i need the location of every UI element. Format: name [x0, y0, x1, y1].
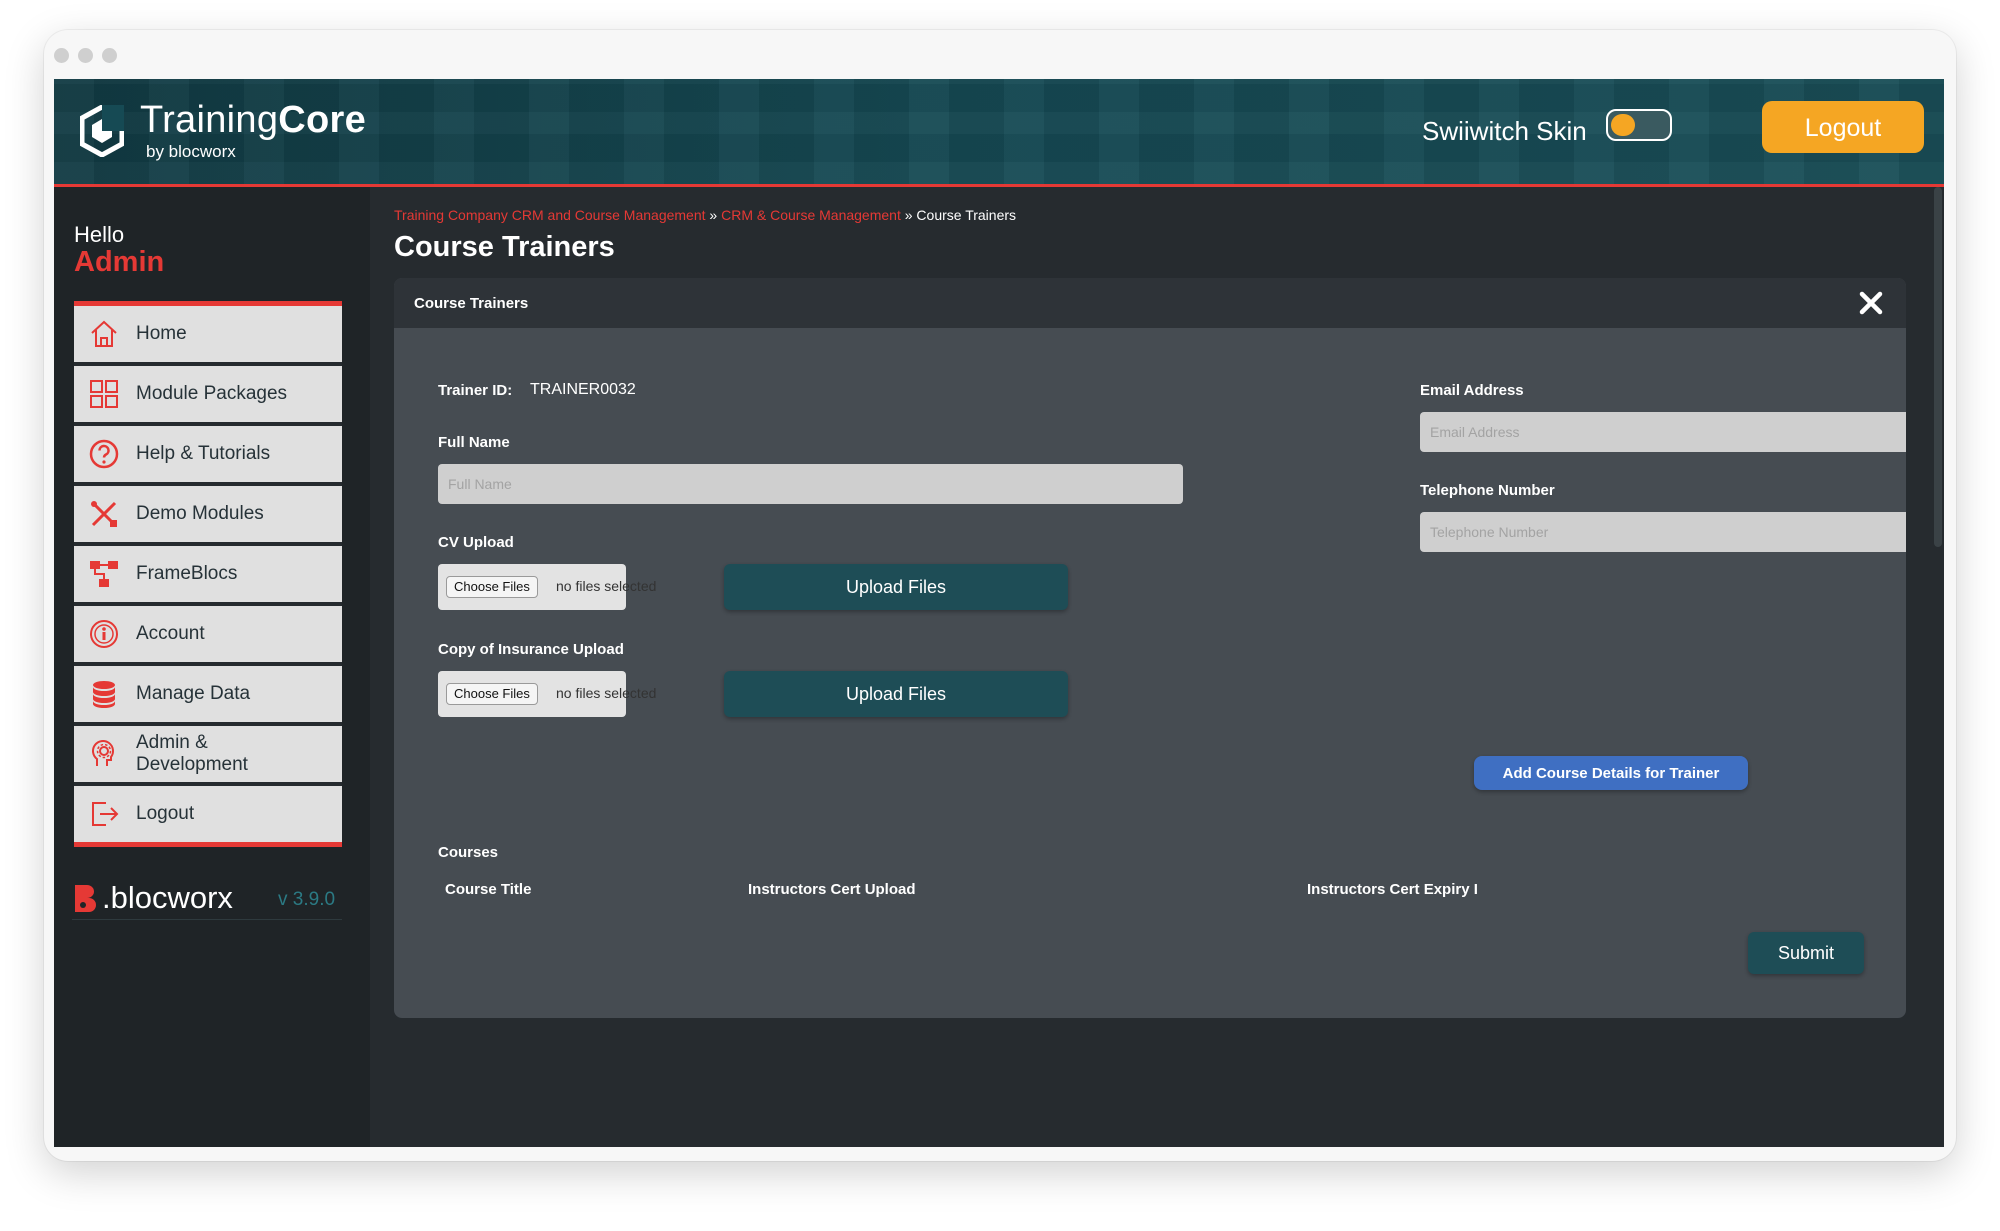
- trainer-id-value: TRAINER0032: [530, 381, 636, 398]
- insurance-upload-button[interactable]: Upload Files: [724, 671, 1068, 717]
- sidebar-item-label: Home: [136, 323, 187, 344]
- add-course-details-button[interactable]: Add Course Details for Trainer: [1474, 756, 1748, 790]
- admin-gear-icon: [92, 740, 114, 766]
- trainingcore-logo-icon: [80, 105, 124, 157]
- user-name: Admin: [74, 246, 165, 278]
- column-header-cert-expiry: Instructors Cert Expiry I: [1307, 881, 1478, 898]
- app-container: TrainingCore by blocworx Swiiwitch Skin …: [54, 79, 1944, 1147]
- sidebar-item-logout[interactable]: Logout: [74, 786, 342, 842]
- switch-skin-toggle[interactable]: [1606, 109, 1672, 141]
- full-name-label: Full Name: [438, 434, 510, 451]
- browser-window: TrainingCore by blocworx Swiiwitch Skin …: [44, 30, 1956, 1161]
- switch-skin-label: Swiiwitch Skin: [1422, 116, 1587, 146]
- no-files-text: no files selected: [556, 578, 657, 594]
- cv-upload-label: CV Upload: [438, 534, 514, 551]
- logout-button[interactable]: Logout: [1762, 101, 1924, 153]
- blocworx-logo-icon: [75, 885, 96, 912]
- sidebar-item-frameblocs[interactable]: FrameBlocs: [74, 546, 342, 602]
- sidebar-footer: .blocworx v 3.9.0: [72, 879, 342, 920]
- courses-label: Courses: [438, 844, 499, 861]
- help-icon: [89, 439, 119, 469]
- column-header-course-title: Course Title: [445, 881, 532, 898]
- sidebar-menu: Home Module Packages Help & Tutorials De…: [74, 301, 342, 847]
- full-name-input[interactable]: [438, 464, 1183, 504]
- breadcrumb-link[interactable]: Training Company CRM and Course Manageme…: [394, 207, 706, 223]
- breadcrumb: Training Company CRM and Course Manageme…: [394, 207, 1016, 223]
- toggle-knob: [1611, 114, 1635, 136]
- close-icon[interactable]: [1856, 288, 1886, 318]
- home-icon: [91, 320, 117, 347]
- sidebar-item-manage-data[interactable]: Manage Data: [74, 666, 342, 722]
- blocworx-brand: .blocworx: [102, 880, 233, 915]
- sidebar-item-module-packages[interactable]: Module Packages: [74, 366, 342, 422]
- choose-files-button[interactable]: Choose Files: [446, 683, 538, 705]
- sidebar-item-label: Logout: [136, 803, 195, 824]
- submit-button[interactable]: Submit: [1748, 932, 1864, 974]
- telephone-input[interactable]: [1420, 512, 1906, 552]
- window-dot[interactable]: [54, 48, 69, 63]
- account-icon: [90, 620, 118, 648]
- sidebar-item-label: Demo Modules: [136, 503, 264, 524]
- sidebar-item-label: FrameBlocs: [136, 563, 238, 584]
- brand-name: TrainingCore: [140, 99, 367, 141]
- cv-file-input[interactable]: Choose Files no files selected: [438, 564, 656, 610]
- grid-icon: [90, 380, 118, 408]
- sidebar-item-demo-modules[interactable]: Demo Modules: [74, 486, 342, 542]
- page-title: Course Trainers: [394, 231, 615, 263]
- sidebar-item-label: Help & Tutorials: [136, 443, 271, 464]
- sidebar-item-label: Admin & Development: [136, 732, 248, 775]
- breadcrumb-link[interactable]: CRM & Course Management: [721, 207, 901, 223]
- window-dot[interactable]: [78, 48, 93, 63]
- breadcrumb-current: Course Trainers: [916, 207, 1017, 223]
- cv-upload-button[interactable]: Upload Files: [724, 564, 1068, 610]
- scrollbar[interactable]: [1934, 187, 1942, 547]
- trainer-id-label: Trainer ID:: [438, 382, 513, 399]
- database-icon: [93, 681, 115, 708]
- greeting: Hello: [74, 222, 125, 247]
- sidebar-item-home[interactable]: Home: [74, 306, 342, 362]
- email-input[interactable]: [1420, 412, 1906, 452]
- telephone-label: Telephone Number: [1420, 482, 1555, 499]
- choose-files-button[interactable]: Choose Files: [446, 576, 538, 598]
- hierarchy-icon: [90, 561, 118, 587]
- sidebar-item-label: Account: [136, 623, 205, 644]
- sidebar-item-help-tutorials[interactable]: Help & Tutorials: [74, 426, 342, 482]
- top-header: TrainingCore by blocworx Swiiwitch Skin …: [54, 79, 1944, 187]
- sidebar-item-admin-development[interactable]: Admin & Development: [74, 726, 342, 782]
- logout-icon: [92, 802, 119, 826]
- insurance-upload-label: Copy of Insurance Upload: [438, 641, 624, 658]
- panel-title: Course Trainers: [414, 295, 529, 312]
- insurance-file-input[interactable]: Choose Files no files selected: [438, 671, 656, 717]
- email-label: Email Address: [1420, 382, 1524, 399]
- column-header-cert-upload: Instructors Cert Upload: [748, 881, 916, 898]
- breadcrumb-separator: »: [904, 207, 913, 223]
- panel-header: Course Trainers: [394, 278, 1906, 328]
- sidebar-item-label: Manage Data: [136, 683, 251, 704]
- no-files-text: no files selected: [556, 685, 657, 701]
- sidebar-item-label: Module Packages: [136, 383, 288, 404]
- course-trainers-panel: Course Trainers Trainer ID: TRAINER0032 …: [394, 278, 1906, 1018]
- brand-subtitle: by blocworx: [146, 142, 236, 161]
- breadcrumb-separator: »: [709, 207, 718, 223]
- sidebar: Hello Admin Home Module Packages Help & …: [54, 187, 370, 1147]
- sidebar-item-account[interactable]: Account: [74, 606, 342, 662]
- main-content: Training Company CRM and Course Manageme…: [370, 187, 1944, 1147]
- tools-icon: [91, 501, 117, 527]
- version-label: v 3.9.0: [278, 889, 336, 910]
- window-dot[interactable]: [102, 48, 117, 63]
- window-controls: [54, 48, 117, 63]
